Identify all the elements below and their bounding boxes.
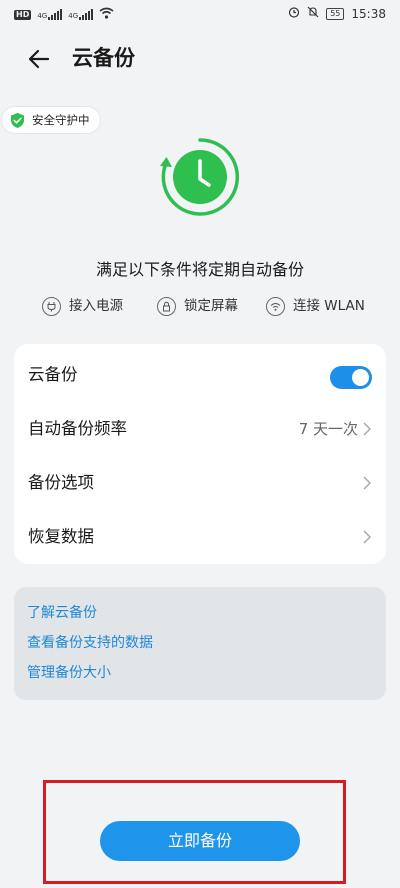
restore-data-row[interactable]: 恢复数据: [14, 510, 386, 564]
page-title: 云备份: [72, 46, 135, 70]
mute-icon: [307, 6, 319, 21]
cloud-backup-label: 云备份: [28, 365, 78, 384]
signal-icon: 4G: [37, 9, 63, 20]
backup-options-label: 备份选项: [28, 473, 94, 492]
plug-icon: [42, 296, 61, 316]
hd-badge: HD: [14, 9, 32, 20]
alarm-icon: [288, 6, 300, 21]
condition-lock-screen: 锁定屏幕: [157, 295, 238, 317]
clock: 15:38: [351, 6, 386, 21]
chevron-right-icon: [363, 530, 372, 544]
backup-frequency-label: 自动备份频率: [28, 419, 127, 438]
cloud-backup-toggle[interactable]: [330, 366, 372, 389]
network-type-label: 4G: [37, 12, 48, 20]
back-button[interactable]: [24, 44, 54, 74]
toggle-knob: [352, 369, 369, 386]
condition-power: 接入电源: [42, 295, 123, 317]
wifi-icon: [266, 296, 285, 316]
link-supported-data[interactable]: 查看备份支持的数据: [27, 633, 153, 653]
info-links-card: 了解云备份 查看备份支持的数据 管理备份大小: [14, 587, 386, 700]
conditions-title: 满足以下条件将定期自动备份: [95, 260, 304, 279]
shield-check-icon: [11, 112, 24, 128]
cloud-backup-row[interactable]: 云备份: [14, 348, 386, 402]
app-header: 云备份: [0, 36, 400, 80]
link-about-cloud-backup[interactable]: 了解云备份: [27, 603, 97, 623]
backup-options-row[interactable]: 备份选项: [14, 456, 386, 510]
settings-card: 云备份 自动备份频率 7 天一次 备份选项 恢复数据: [14, 344, 386, 564]
signal-icon-2: 4G: [68, 9, 94, 20]
chevron-right-icon: [363, 476, 372, 490]
condition-wlan: 连接 WLAN: [266, 295, 365, 317]
condition-label: 锁定屏幕: [184, 298, 238, 314]
link-manage-backup-size[interactable]: 管理备份大小: [27, 663, 111, 683]
chevron-right-icon: [363, 422, 372, 436]
security-status-label: 安全守护中: [32, 113, 90, 127]
wifi-status-icon: [99, 7, 114, 22]
network-type-label-2: 4G: [68, 12, 79, 20]
backup-frequency-row[interactable]: 自动备份频率 7 天一次: [14, 402, 386, 456]
backup-clock-icon: [158, 135, 242, 219]
condition-label: 接入电源: [69, 298, 123, 314]
backup-now-button[interactable]: 立即备份: [100, 821, 300, 861]
restore-data-label: 恢复数据: [28, 527, 94, 546]
arrow-left-icon: [28, 49, 50, 69]
battery-icon: 55: [326, 7, 345, 20]
conditions-list: 接入电源 锁定屏幕 连接 WLAN: [0, 295, 400, 319]
condition-label: 连接 WLAN: [293, 298, 365, 314]
status-bar: HD 4G 4G 55 15:38: [0, 0, 400, 28]
security-status-badge[interactable]: 安全守护中: [2, 107, 100, 133]
lock-icon: [157, 296, 176, 316]
backup-frequency-value: 7 天一次: [298, 420, 358, 438]
